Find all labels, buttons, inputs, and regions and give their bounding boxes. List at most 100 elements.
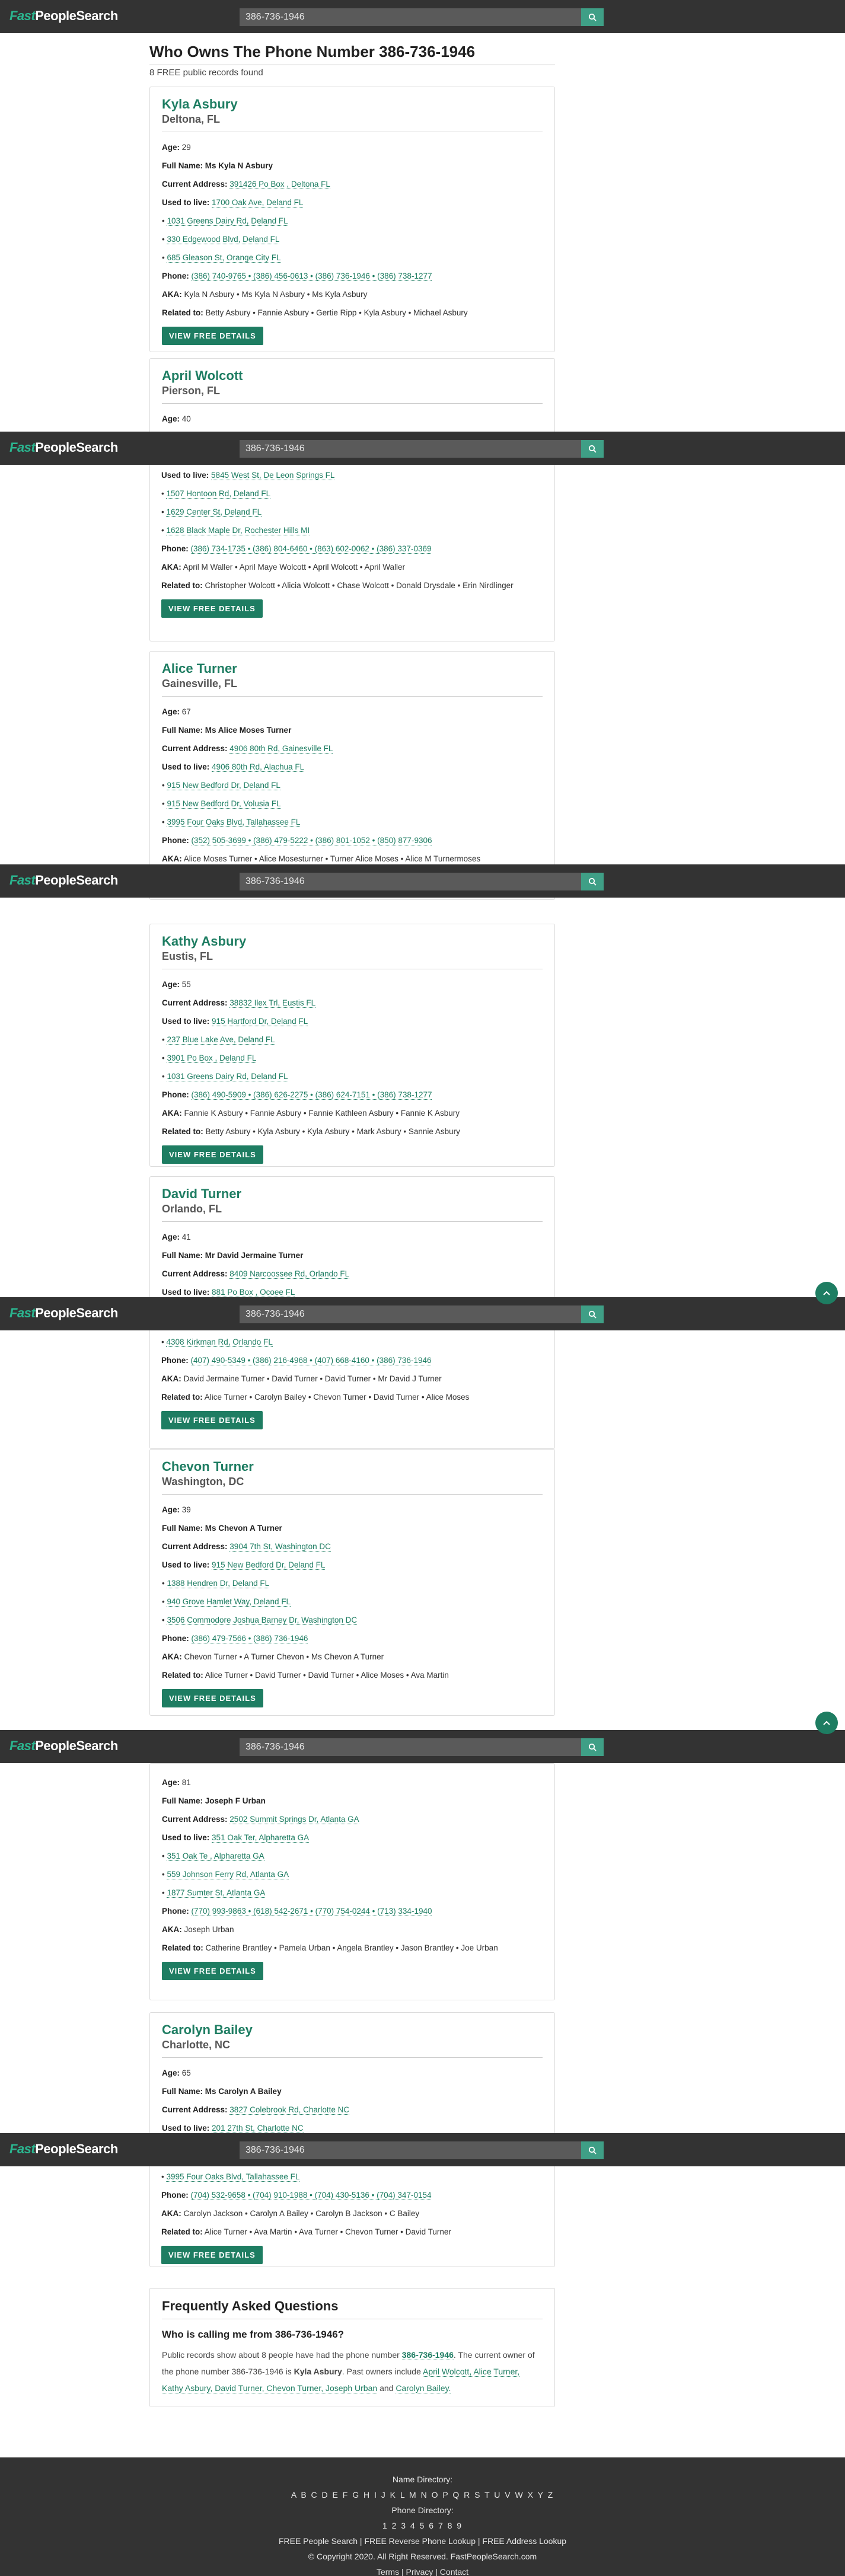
record-name[interactable]: Chevon Turner [162,1459,543,1474]
record-name[interactable]: Kathy Asbury [162,934,543,949]
search-button[interactable] [581,873,604,890]
footer-links[interactable]: FREE People Search | FREE Reverse Phone … [0,2533,845,2549]
top-navbar: FastPeopleSearch 386-736-1946 [0,2133,845,2166]
address-link[interactable]: 3901 Po Box , Deland FL [167,1054,257,1063]
record-name[interactable]: Kyla Asbury [162,97,543,112]
view-details-button[interactable]: VIEW FREE DETAILS [161,1411,263,1429]
address-link[interactable]: 915 Hartford Dr, Deland FL [212,1017,308,1026]
past-owner-link[interactable]: Carolyn Bailey. [396,2383,451,2393]
address-link[interactable]: 351 Oak Te , Alpharetta GA [167,1852,264,1861]
search-input[interactable]: 386-736-1946 [240,1305,581,1323]
address-link[interactable]: 3506 Commodore Joshua Barney Dr, Washing… [167,1616,358,1625]
address-link[interactable]: 1877 Sumter St, Atlanta GA [167,1888,266,1898]
address-link[interactable]: 237 Blue Lake Ave, Deland FL [167,1035,275,1045]
address-link[interactable]: 1031 Greens Dairy Rd, Deland FL [167,216,288,226]
phone-links[interactable]: (386) 479-7566 • (386) 736-1946 [191,1634,308,1643]
site-logo[interactable]: FastPeopleSearch [9,1738,118,1754]
search-button[interactable] [581,1738,604,1756]
site-logo[interactable]: FastPeopleSearch [9,2141,118,2157]
record-name[interactable]: April Wolcott [162,368,543,384]
view-details-button[interactable]: VIEW FREE DETAILS [162,1962,263,1980]
address-link[interactable]: 38832 Ilex Trl, Eustis FL [229,998,316,1008]
search-input[interactable]: 386-736-1946 [240,873,581,890]
address-link[interactable]: 8409 Narcoossee Rd, Orlando FL [229,1269,350,1279]
top-navbar: FastPeopleSearch 386-736-1946 [0,1730,845,1763]
search-icon [588,877,597,886]
record-card: Chevon Turner Washington, DC Age: 39 Ful… [149,1449,555,1716]
address-link[interactable]: 351 Oak Ter, Alpharetta GA [212,1833,310,1843]
address-link[interactable]: 2502 Summit Springs Dr, Atlanta GA [229,1815,359,1824]
address-link[interactable]: 881 Po Box , Ocoee FL [212,1288,295,1297]
phone-links[interactable]: (704) 532-9658 • (704) 910-1988 • (704) … [190,2191,432,2200]
phone-link[interactable]: 386-736-1946 [401,2350,454,2360]
search-button[interactable] [581,8,604,26]
scroll-top-button[interactable] [815,1712,838,1734]
address-link[interactable]: 1388 Hendren Dr, Deland FL [167,1579,270,1588]
faq-question: Who is calling me from 386-736-1946? [162,2329,345,2340]
phone-directory-digits[interactable]: 1 2 3 4 5 6 7 8 9 [0,2518,845,2533]
search-input[interactable]: 386-736-1946 [240,2141,581,2159]
address-link[interactable]: 1507 Hontoon Rd, Deland FL [166,489,271,499]
search-input[interactable]: 386-736-1946 [240,8,581,26]
view-details-button[interactable]: VIEW FREE DETAILS [162,1689,263,1707]
address-link[interactable]: 1629 Center St, Deland FL [166,507,262,517]
phone-links[interactable]: (386) 490-5909 • (386) 626-2275 • (386) … [191,1090,432,1100]
address-link[interactable]: 1628 Black Maple Dr, Rochester Hills MI [166,526,310,535]
address-link[interactable]: 685 Gleason St, Orange City FL [167,253,281,263]
name-directory-letters[interactable]: A B C D E F G H I J K L M N O P Q R S T … [0,2487,845,2502]
chevron-up-icon [823,1720,830,1725]
phone-links[interactable]: (770) 993-9863 • (618) 542-2671 • (770) … [191,1907,432,1916]
address-link[interactable]: 940 Grove Hamlet Way, Deland FL [167,1597,291,1607]
faq-section: Frequently Asked Questions Who is callin… [149,2288,555,2406]
view-details-button[interactable]: VIEW FREE DETAILS [161,599,263,618]
site-logo[interactable]: FastPeopleSearch [9,1305,118,1321]
faq-title: Frequently Asked Questions [162,2299,543,2319]
top-navbar: FastPeopleSearch 386-736-1946 [0,0,845,33]
legal-links[interactable]: Terms | Privacy | Contact [0,2564,845,2576]
record-name[interactable]: David Turner [162,1186,543,1202]
address-link[interactable]: 391426 Po Box , Deltona FL [229,180,330,189]
phone-links[interactable]: (386) 740-9765 • (386) 456-0613 • (386) … [191,272,432,281]
address-link[interactable]: 4906 80th Rd, Gainesville FL [229,744,333,754]
address-link[interactable]: 1031 Greens Dairy Rd, Deland FL [167,1072,288,1081]
address-link[interactable]: 4308 Kirkman Rd, Orlando FL [166,1338,273,1347]
search-button[interactable] [581,440,604,458]
search-icon [588,1310,597,1319]
site-logo[interactable]: FastPeopleSearch [9,440,118,455]
view-details-button[interactable]: VIEW FREE DETAILS [162,1145,263,1164]
phone-links[interactable]: (407) 490-5349 • (386) 216-4968 • (407) … [190,1356,432,1365]
search-button[interactable] [581,2141,604,2159]
record-location: Deltona, FL [162,113,543,132]
address-link[interactable]: 5845 West St, De Leon Springs FL [211,471,335,480]
phone-links[interactable]: (386) 734-1735 • (386) 804-6460 • (863) … [190,544,432,554]
address-link[interactable]: 915 New Bedford Dr, Volusia FL [167,799,281,809]
address-link[interactable]: 915 New Bedford Dr, Deland FL [167,781,280,790]
address-link[interactable]: 330 Edgewood Blvd, Deland FL [167,235,280,244]
record-name[interactable]: Alice Turner [162,661,543,676]
record-name[interactable]: Carolyn Bailey [162,2022,543,2038]
search-input[interactable]: 386-736-1946 [240,440,581,458]
address-link[interactable]: 915 New Bedford Dr, Deland FL [212,1560,326,1570]
search-input[interactable]: 386-736-1946 [240,1738,581,1756]
site-logo[interactable]: FastPeopleSearch [9,873,118,888]
record-card: Age: 81 Full Name: Joseph F Urban Curren… [149,1763,555,2000]
results-count: 8 FREE public records found [149,68,263,78]
phone-links[interactable]: (352) 505-3699 • (386) 479-5222 • (386) … [191,836,432,845]
scroll-top-button[interactable] [815,1282,838,1304]
address-link[interactable]: 201 27th St, Charlotte NC [212,2124,304,2133]
address-link[interactable]: 3827 Colebrook Rd, Charlotte NC [229,2105,350,2115]
record-card: Kyla Asbury Deltona, FL Age: 29 Full Nam… [149,87,555,352]
search-button[interactable] [581,1305,604,1323]
address-link[interactable]: 4906 80th Rd, Alachua FL [212,762,305,772]
view-details-button[interactable]: VIEW FREE DETAILS [161,2246,263,2264]
address-link[interactable]: 3904 7th St, Washington DC [229,1542,331,1552]
view-details-button[interactable]: VIEW FREE DETAILS [162,327,263,345]
address-link[interactable]: 3995 Four Oaks Blvd, Tallahassee FL [167,818,301,827]
address-link[interactable]: 559 Johnson Ferry Rd, Atlanta GA [167,1870,289,1879]
record-location: Orlando, FL [162,1203,543,1222]
record-location: Washington, DC [162,1476,543,1495]
site-logo[interactable]: FastPeopleSearch [9,8,118,24]
search-icon [588,13,597,21]
address-link[interactable]: 3995 Four Oaks Blvd, Tallahassee FL [166,2172,300,2182]
address-link[interactable]: 1700 Oak Ave, Deland FL [212,198,304,208]
